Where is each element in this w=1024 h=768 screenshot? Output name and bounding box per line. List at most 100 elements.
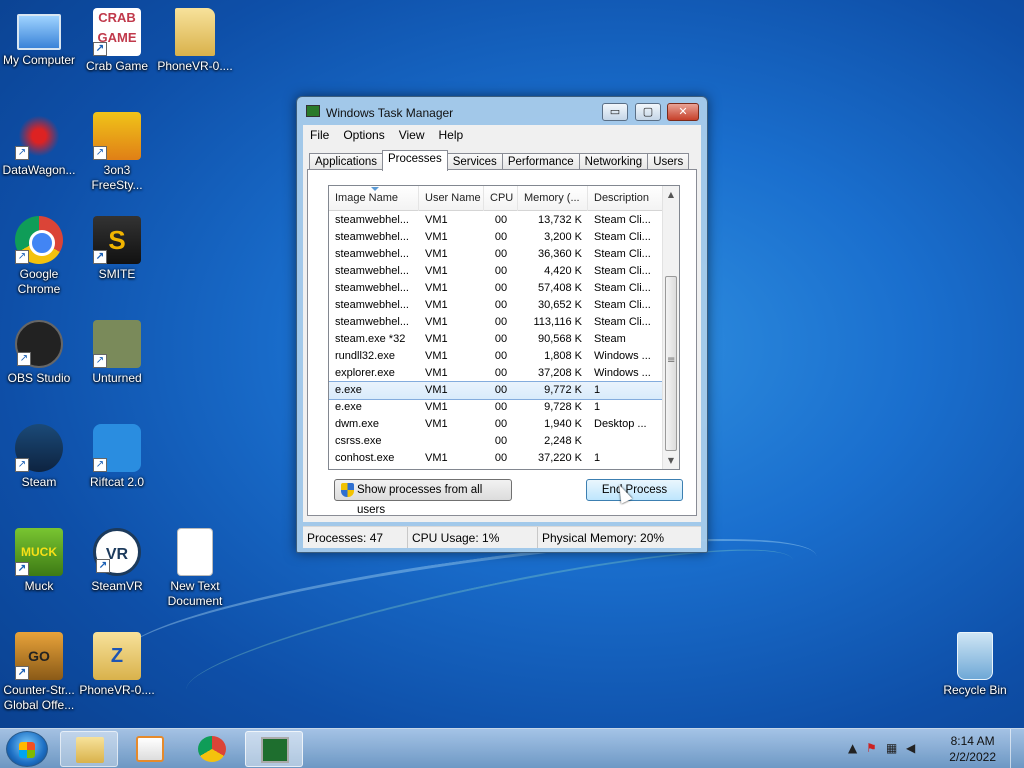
process-user-name: VM1 (425, 350, 448, 362)
process-user-name: VM1 (425, 265, 448, 277)
table-row[interactable]: explorer.exe VM1 00 37,208 K Windows ... (329, 365, 664, 382)
desktop-icon-phonevr-folder[interactable]: PhoneVR-0.... (156, 8, 234, 74)
desktop-icon-recycle-bin[interactable]: Recycle Bin (936, 632, 1014, 698)
desktop-icon-riftcat[interactable]: ↗ Riftcat 2.0 (78, 424, 156, 490)
taskbar-media-player-button[interactable] (121, 731, 179, 767)
network-icon[interactable]: ▦ (886, 741, 897, 755)
taskbar-explorer-button[interactable] (60, 731, 118, 767)
desktop-icon-steam[interactable]: ↗ Steam (0, 424, 78, 490)
desktop-icon-csgo[interactable]: GO ↗ Counter-Str... Global Offe... (0, 632, 78, 713)
show-desktop-button[interactable] (1010, 729, 1024, 768)
column-user-name[interactable]: User Name (419, 186, 484, 211)
table-row[interactable]: steamwebhel... VM1 00 13,732 K Steam Cli... (329, 212, 664, 229)
desktop-icon-3on3-freestyle[interactable]: ↗ 3on3 FreeSty... (78, 112, 156, 193)
table-row[interactable]: dwm.exe VM1 00 1,940 K Desktop ... (329, 416, 664, 433)
shortcut-arrow-icon: ↗ (15, 458, 29, 472)
process-user-name: VM1 (425, 248, 448, 260)
column-image-name[interactable]: Image Name (329, 186, 419, 211)
desktop-icon-label: DataWagon... (2, 163, 76, 177)
process-description: Steam Cli... (594, 265, 651, 277)
column-cpu[interactable]: CPU (484, 186, 518, 211)
desktop-icon-label: Crab Game (85, 59, 149, 73)
task-manager-icon (306, 105, 320, 117)
process-image-name: steamwebhel... (335, 316, 409, 328)
system-tray: ▲ ⚑ ▦ ◀ 8:14 AM 2/2/2022 (844, 729, 1024, 768)
processes-panel: Image Name User Name CPU Memory (... Des… (307, 169, 697, 516)
show-hidden-icons-arrow-icon[interactable]: ▲ (848, 741, 857, 755)
desktop-icon-crab-game[interactable]: CRAB GAME ↗ Crab Game (78, 8, 156, 74)
shortcut-arrow-icon: ↗ (96, 559, 110, 573)
desktop-icon-my-computer[interactable]: My Computer (0, 8, 78, 68)
table-row[interactable]: csrss.exe 00 2,248 K (329, 433, 664, 450)
table-row[interactable]: steamwebhel... VM1 00 30,652 K Steam Cli... (329, 297, 664, 314)
tab-processes[interactable]: Processes (382, 150, 448, 171)
process-description: Steam Cli... (594, 282, 651, 294)
zip-archive-icon: Z (93, 632, 141, 680)
status-physical-memory: Physical Memory: 20% (542, 531, 665, 545)
menu-help[interactable]: Help (432, 128, 471, 142)
scroll-thumb[interactable] (665, 276, 677, 451)
maximize-button[interactable]: ▢ (635, 103, 661, 121)
process-memory: 37,208 K (537, 367, 582, 379)
desktop-icon-label: Unturned (92, 371, 142, 385)
table-row[interactable]: e.exe VM1 00 9,728 K 1 (329, 399, 664, 416)
scroll-up-arrow-icon[interactable]: ▲ (663, 186, 679, 203)
table-row[interactable]: steam.exe *32 VM1 00 90,568 K Steam (329, 331, 664, 348)
shortcut-arrow-icon: ↗ (15, 562, 29, 576)
process-memory: 3,200 K (544, 231, 582, 243)
table-row[interactable]: conhost.exe VM1 00 37,220 K 1 (329, 450, 664, 467)
desktop-icon-google-chrome[interactable]: ↗ Google Chrome (0, 216, 78, 297)
table-row[interactable]: steamwebhel... VM1 00 57,408 K Steam Cli... (329, 280, 664, 297)
clock-date: 2/2/2022 (949, 750, 996, 764)
minimize-button[interactable]: ▭ (602, 103, 628, 121)
table-row[interactable]: rundll32.exe VM1 00 1,808 K Windows ... (329, 348, 664, 365)
desktop-icon-muck[interactable]: MUCK ↗ Muck (0, 528, 78, 594)
riftcat-icon: ↗ (93, 424, 141, 472)
process-description: Windows ... (594, 367, 651, 379)
process-cpu: 00 (494, 316, 508, 328)
menu-view[interactable]: View (392, 128, 432, 142)
process-image-name: steamwebhel... (335, 299, 409, 311)
desktop-icon-unturned[interactable]: ↗ Unturned (78, 320, 156, 386)
computer-icon (17, 14, 61, 50)
desktop-icon-new-text-document[interactable]: New Text Document (156, 528, 234, 609)
process-image-name: steamwebhel... (335, 231, 409, 243)
crab-game-icon: CRAB GAME ↗ (93, 8, 141, 56)
start-button[interactable] (6, 731, 48, 767)
process-list[interactable]: Image Name User Name CPU Memory (... Des… (328, 185, 680, 470)
window-client: Applications Processes Services Performa… (303, 145, 701, 522)
show-all-processes-button[interactable]: Show processes from all users (334, 479, 512, 516)
column-memory[interactable]: Memory (... (518, 186, 588, 211)
process-user-name: VM1 (425, 418, 448, 430)
desktop-icon-phonevr-zip[interactable]: Z PhoneVR-0.... (78, 632, 156, 698)
close-button[interactable]: ✕ (667, 103, 699, 121)
taskbar-chrome-button[interactable] (183, 731, 241, 767)
end-process-button[interactable]: End Process (586, 479, 683, 501)
volume-icon[interactable]: ◀ (906, 741, 915, 755)
desktop-icon-datawagon[interactable]: ↗ DataWagon... (0, 112, 78, 178)
table-row[interactable]: steamwebhel... VM1 00 36,360 K Steam Cli... (329, 246, 664, 263)
menu-options[interactable]: Options (336, 128, 391, 142)
table-row[interactable]: e.exe VM1 00 9,772 K 1 (329, 381, 665, 400)
process-user-name: VM1 (425, 367, 448, 379)
desktop-icon-steamvr[interactable]: VR ↗ SteamVR (78, 528, 156, 594)
process-cpu: 00 (494, 418, 508, 430)
scroll-down-arrow-icon[interactable]: ▼ (663, 452, 679, 469)
table-row[interactable]: steamwebhel... VM1 00 4,420 K Steam Cli... (329, 263, 664, 280)
action-center-flag-icon[interactable]: ⚑ (866, 741, 877, 755)
taskbar-task-manager-button[interactable] (245, 731, 303, 767)
window-titlebar[interactable]: Windows Task Manager ▭ ▢ ✕ (297, 97, 707, 125)
taskbar-clock[interactable]: 8:14 AM 2/2/2022 (949, 733, 996, 765)
menu-file[interactable]: File (303, 128, 336, 142)
steam-icon: ↗ (15, 424, 63, 472)
process-memory: 1,808 K (544, 350, 582, 362)
table-row[interactable]: steamwebhel... VM1 00 113,116 K Steam Cli... (329, 314, 664, 331)
process-cpu: 00 (494, 231, 508, 243)
process-memory: 36,360 K (537, 248, 582, 260)
desktop-icon-obs-studio[interactable]: ↗ OBS Studio (0, 320, 78, 386)
status-bar: Processes: 47 CPU Usage: 1% Physical Mem… (303, 526, 701, 548)
desktop-icon-smite[interactable]: S ↗ SMITE (78, 216, 156, 282)
table-row[interactable]: steamwebhel... VM1 00 3,200 K Steam Cli... (329, 229, 664, 246)
vertical-scrollbar[interactable]: ▲ ▼ (662, 186, 679, 469)
column-description[interactable]: Description (588, 186, 664, 211)
